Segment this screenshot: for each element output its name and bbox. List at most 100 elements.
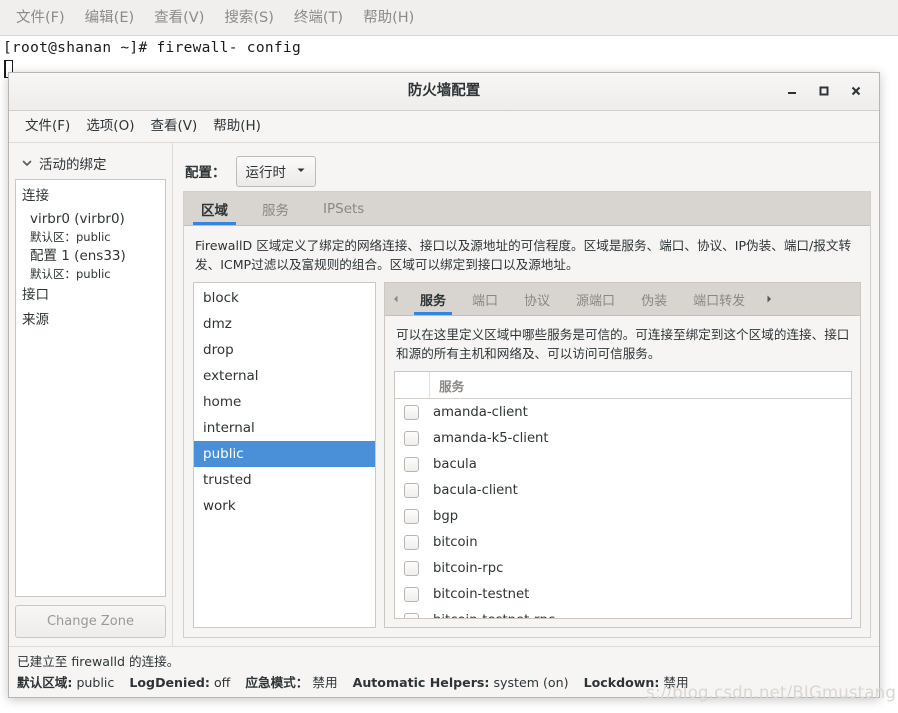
terminal-menu-terminal[interactable]: 终端(T) xyxy=(284,1,353,35)
status-bar: 已建立至 firewalld 的连接。 默认区域: public LogDeni… xyxy=(9,646,879,697)
table-row[interactable]: bitcoin-testnet-rpc xyxy=(395,607,851,618)
service-checkbox[interactable] xyxy=(404,560,419,576)
service-checkbox[interactable] xyxy=(404,482,419,498)
service-name: amanda-k5-client xyxy=(433,430,549,446)
zone-item-home[interactable]: home xyxy=(194,389,375,415)
maximize-icon[interactable] xyxy=(809,78,839,104)
table-row[interactable]: amanda-k5-client xyxy=(395,425,851,451)
terminal-menu-search[interactable]: 搜索(S) xyxy=(214,1,284,35)
service-description: 可以在这里定义区域中哪些服务是可信的。可连接至绑定到这个区域的连接、接口和源的所… xyxy=(396,327,850,361)
service-name: bitcoin-rpc xyxy=(433,560,504,576)
inner-tab-masquerading[interactable]: 伪装 xyxy=(628,283,680,315)
main-notebook: 区域 服务 IPSets FirewallD 区域定义了绑定的网络连接、接口以及… xyxy=(183,191,871,638)
configuration-row: 配置： 运行时 xyxy=(183,151,871,191)
tree-group-connections[interactable]: 连接 xyxy=(16,184,165,209)
chevron-down-icon xyxy=(296,163,306,179)
menu-file[interactable]: 文件(F) xyxy=(17,112,78,141)
table-row[interactable]: bacula-client xyxy=(395,477,851,503)
services-rows: amanda-client amanda-k5-client bacula ba… xyxy=(395,399,851,618)
bindings-tree[interactable]: 连接 virbr0 (virbr0) 默认区：public 配置 1 (ens3… xyxy=(15,179,166,597)
menu-view[interactable]: 查看(V) xyxy=(142,112,205,141)
close-icon[interactable] xyxy=(841,78,871,104)
active-bindings-label: 活动的绑定 xyxy=(39,157,107,173)
tree-item-ens33[interactable]: 配置 1 (ens33) 默认区：public xyxy=(16,246,165,283)
inner-tab-port-forwarding[interactable]: 端口转发 xyxy=(680,283,758,315)
zone-detail-tabstrip: 服务 端口 协议 源端口 伪装 端口转发 xyxy=(385,283,860,316)
status-automatic-helpers-value: system (on) xyxy=(493,675,569,690)
zones-panel: FirewallD 区域定义了绑定的网络连接、接口以及源地址的可信程度。区域是服… xyxy=(184,226,870,637)
status-fields: 默认区域: public LogDenied: off 应急模式： 禁用 Aut… xyxy=(17,672,871,693)
table-row[interactable]: bgp xyxy=(395,503,851,529)
terminal-menu-edit[interactable]: 编辑(E) xyxy=(75,1,144,35)
services-table-header: 服务 xyxy=(395,372,851,399)
tab-ipsets[interactable]: IPSets xyxy=(306,192,381,225)
inner-tab-protocols[interactable]: 协议 xyxy=(511,283,563,315)
tab-zones[interactable]: 区域 xyxy=(184,192,245,225)
active-bindings-header[interactable]: 活动的绑定 xyxy=(15,149,166,179)
table-row[interactable]: bitcoin xyxy=(395,529,851,555)
zone-item-work[interactable]: work xyxy=(194,493,375,519)
zone-item-external[interactable]: external xyxy=(194,363,375,389)
menu-options[interactable]: 选项(O) xyxy=(78,112,142,141)
menu-help[interactable]: 帮助(H) xyxy=(205,112,269,141)
service-checkbox[interactable] xyxy=(404,586,419,602)
tree-group-interfaces[interactable]: 接口 xyxy=(16,283,165,308)
terminal-menu-file[interactable]: 文件(F) xyxy=(6,1,75,35)
status-automatic-helpers-key: Automatic Helpers: xyxy=(352,675,490,690)
inner-tab-services[interactable]: 服务 xyxy=(407,283,459,315)
chevron-left-icon[interactable] xyxy=(385,283,407,315)
change-zone-button[interactable]: Change Zone xyxy=(15,605,166,638)
terminal-menu-help[interactable]: 帮助(H) xyxy=(353,1,424,35)
zone-item-drop[interactable]: drop xyxy=(194,337,375,363)
service-checkbox[interactable] xyxy=(404,508,419,524)
window-titlebar[interactable]: 防火墙配置 xyxy=(9,73,879,111)
table-row[interactable]: bitcoin-testnet xyxy=(395,581,851,607)
table-row[interactable]: bacula xyxy=(395,451,851,477)
status-default-zone-key: 默认区域: xyxy=(17,675,73,690)
tab-services[interactable]: 服务 xyxy=(245,192,306,225)
window-content: 活动的绑定 连接 virbr0 (virbr0) 默认区：public 配置 1… xyxy=(9,143,879,646)
zone-item-block[interactable]: block xyxy=(194,285,375,311)
terminal-menu-view[interactable]: 查看(V) xyxy=(144,1,214,35)
services-panel: 可以在这里定义区域中哪些服务是可信的。可连接至绑定到这个区域的连接、接口和源的所… xyxy=(385,316,860,627)
tree-item-ens33-name: 配置 1 (ens33) xyxy=(30,248,126,264)
chevron-right-icon[interactable] xyxy=(758,283,780,315)
service-checkbox[interactable] xyxy=(404,404,419,420)
zone-item-public[interactable]: public xyxy=(194,441,375,467)
tree-item-virbr0[interactable]: virbr0 (virbr0) 默认区：public xyxy=(16,209,165,246)
active-bindings-sidebar: 活动的绑定 连接 virbr0 (virbr0) 默认区：public 配置 1… xyxy=(9,143,173,646)
services-header-check-col xyxy=(395,372,430,398)
services-table[interactable]: 服务 amanda-client amanda-k5-client bacula… xyxy=(394,371,852,619)
zone-item-trusted[interactable]: trusted xyxy=(194,467,375,493)
services-header-label: 服务 xyxy=(439,378,465,394)
tree-item-virbr0-zone: 默认区：public xyxy=(30,230,111,244)
zone-list[interactable]: block dmz drop external home internal pu… xyxy=(193,282,376,628)
status-default-zone-value: public xyxy=(76,675,115,690)
inner-tab-source-ports[interactable]: 源端口 xyxy=(563,283,628,315)
zone-item-dmz[interactable]: dmz xyxy=(194,311,375,337)
service-name: bitcoin-testnet xyxy=(433,586,530,602)
service-checkbox[interactable] xyxy=(404,456,419,472)
table-row[interactable]: bitcoin-rpc xyxy=(395,555,851,581)
service-name: amanda-client xyxy=(433,404,528,420)
zone-description: FirewallD 区域定义了绑定的网络连接、接口以及源地址的可信程度。区域是服… xyxy=(195,238,852,272)
zone-detail-notebook: 服务 端口 协议 源端口 伪装 端口转发 可以在这里定义区域中哪些服务是可信的。… xyxy=(384,282,861,628)
minimize-icon[interactable] xyxy=(777,78,807,104)
status-panic-mode-key: 应急模式： xyxy=(245,675,309,690)
connection-status: 已建立至 firewalld 的连接。 xyxy=(17,654,180,669)
terminal-menubar: 文件(F) 编辑(E) 查看(V) 搜索(S) 终端(T) 帮助(H) xyxy=(0,0,898,36)
service-checkbox[interactable] xyxy=(404,612,419,618)
inner-tab-ports[interactable]: 端口 xyxy=(459,283,511,315)
configuration-dropdown[interactable]: 运行时 xyxy=(235,155,316,187)
configuration-dropdown-value: 运行时 xyxy=(245,165,287,181)
status-lockdown-key: Lockdown: xyxy=(583,675,660,690)
tree-group-sources[interactable]: 来源 xyxy=(16,308,165,333)
table-row[interactable]: amanda-client xyxy=(395,399,851,425)
status-lockdown-value: 禁用 xyxy=(663,675,689,690)
main-panel: 配置： 运行时 区域 服务 IPSets FirewallD 区域定义了绑定的网… xyxy=(173,143,879,646)
service-checkbox[interactable] xyxy=(404,534,419,550)
service-name: bitcoin-testnet-rpc xyxy=(419,613,555,619)
service-name: bacula xyxy=(433,456,477,472)
zone-item-internal[interactable]: internal xyxy=(194,415,375,441)
service-checkbox[interactable] xyxy=(404,430,419,446)
